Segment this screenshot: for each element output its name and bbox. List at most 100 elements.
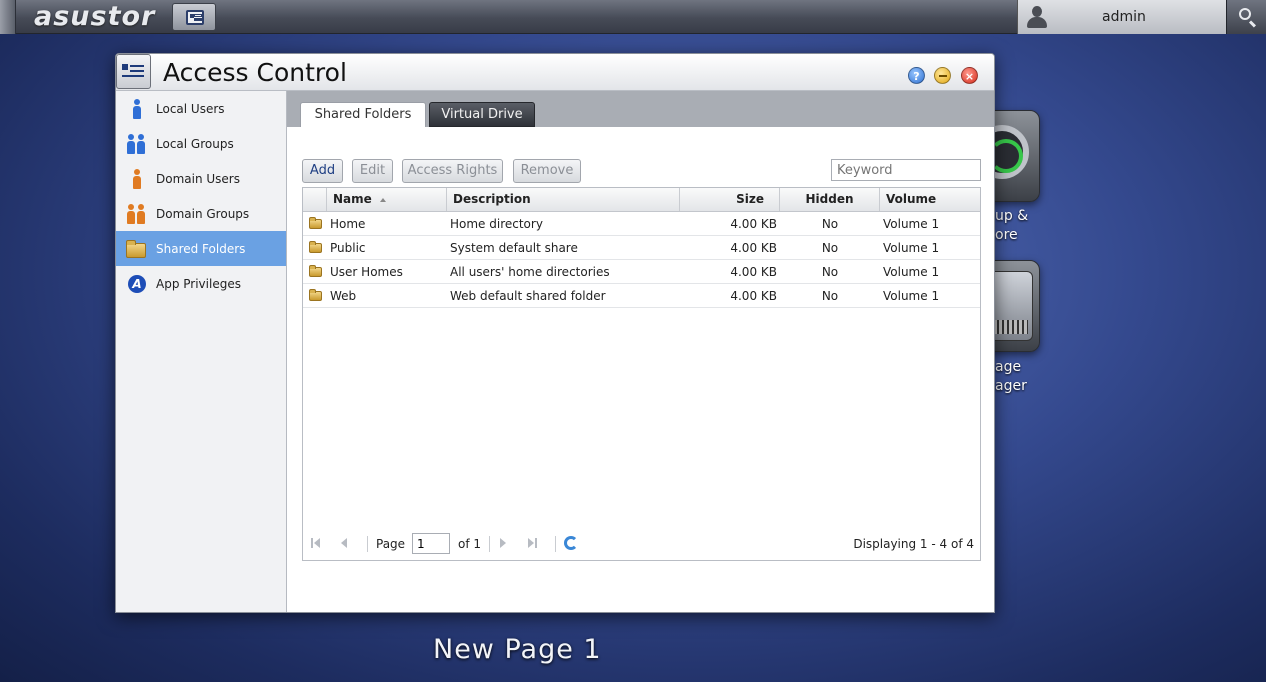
next-page-icon[interactable] xyxy=(500,538,510,549)
pager-separator xyxy=(367,536,368,552)
sidebar-item-domain-groups[interactable]: Domain Groups xyxy=(116,196,286,231)
cell-volume: Volume 1 xyxy=(883,265,940,279)
refresh-icon[interactable] xyxy=(564,536,578,550)
sidebar-item-label: Local Users xyxy=(156,102,225,116)
table-row[interactable]: User Homes All users' home directories 4… xyxy=(303,260,980,284)
page-number-input[interactable] xyxy=(412,533,450,554)
edit-button[interactable]: Edit xyxy=(352,159,393,183)
page-count-label: of 1 xyxy=(458,537,482,551)
sidebar-item-label: App Privileges xyxy=(156,277,241,291)
folder-icon xyxy=(309,289,322,301)
sidebar-item-label: Shared Folders xyxy=(156,242,246,256)
folder-icon xyxy=(309,241,322,253)
sidebar-item-domain-users[interactable]: Domain Users xyxy=(116,161,286,196)
pager-separator xyxy=(555,536,556,552)
folder-icon xyxy=(309,217,322,229)
top-bar: asustor admin xyxy=(0,0,1266,34)
main-panel: Shared Folders Virtual Drive Add Edit Ac… xyxy=(287,91,994,612)
access-control-window: Access Control ? × Local Users Local Gro… xyxy=(115,53,995,613)
access-rights-button[interactable]: Access Rights xyxy=(402,159,503,183)
search-button[interactable] xyxy=(1226,0,1266,34)
table-header: Name Description Size Hidden Volume xyxy=(303,188,980,212)
first-page-icon[interactable] xyxy=(311,538,321,549)
cell-name: Public xyxy=(330,241,366,255)
help-button[interactable]: ? xyxy=(908,67,925,84)
page-label: Page xyxy=(376,537,406,551)
cell-size: 4.00 KB xyxy=(730,289,777,303)
domain-user-icon xyxy=(126,168,148,190)
cell-hidden: No xyxy=(821,265,839,279)
displaying-count: Displaying 1 - 4 of 4 xyxy=(853,537,974,551)
backup-label-line2: ore xyxy=(995,227,1018,243)
tab-shared-folders[interactable]: Shared Folders xyxy=(300,102,426,127)
cell-size: 4.00 KB xyxy=(730,265,777,279)
table-row[interactable]: Public System default share 4.00 KB No V… xyxy=(303,236,980,260)
cell-description: Web default shared folder xyxy=(450,289,606,303)
storage-label-line1: age xyxy=(995,359,1022,375)
pagination-bar: Page of 1 Displaying 1 - 4 of 4 xyxy=(303,528,980,560)
access-control-icon xyxy=(186,10,204,25)
cell-name: User Homes xyxy=(330,265,403,279)
cell-size: 4.00 KB xyxy=(730,217,777,231)
folder-icon xyxy=(309,265,322,277)
sidebar-item-label: Domain Groups xyxy=(156,207,250,221)
user-avatar-icon xyxy=(1026,5,1048,29)
search-icon xyxy=(1239,8,1251,20)
backup-label-line1: up & xyxy=(995,208,1029,224)
window-titlebar[interactable]: Access Control ? × xyxy=(116,54,994,91)
cell-volume: Volume 1 xyxy=(883,241,940,255)
close-button[interactable]: × xyxy=(961,67,978,84)
folder-icon xyxy=(126,238,148,260)
storage-label-line2: ager xyxy=(995,378,1027,394)
sidebar-item-local-groups[interactable]: Local Groups xyxy=(116,126,286,161)
cell-description: All users' home directories xyxy=(450,265,610,279)
tab-virtual-drive[interactable]: Virtual Drive xyxy=(429,102,535,127)
asustor-logo: asustor xyxy=(34,1,156,32)
cell-hidden: No xyxy=(821,217,839,231)
sidebar-item-local-users[interactable]: Local Users xyxy=(116,91,286,126)
minimize-button[interactable] xyxy=(934,67,951,84)
column-header-name[interactable]: Name xyxy=(327,188,447,211)
username-label: admin xyxy=(1102,9,1146,25)
app-privileges-icon: A xyxy=(126,273,148,295)
header-icon-column xyxy=(303,188,327,211)
access-control-app-icon xyxy=(116,54,151,89)
tab-strip: Shared Folders Virtual Drive xyxy=(287,91,994,127)
sidebar-item-label: Local Groups xyxy=(156,137,234,151)
shared-folders-table: Name Description Size Hidden Volume Home… xyxy=(302,187,981,561)
user-menu[interactable]: admin xyxy=(1017,0,1226,34)
column-header-size[interactable]: Size xyxy=(680,188,780,211)
sidebar: Local Users Local Groups Domain Users Do… xyxy=(116,91,287,612)
table-row[interactable]: Home Home directory 4.00 KB No Volume 1 xyxy=(303,212,980,236)
cell-volume: Volume 1 xyxy=(883,289,940,303)
cell-volume: Volume 1 xyxy=(883,217,940,231)
column-header-volume[interactable]: Volume xyxy=(880,188,980,211)
column-header-hidden[interactable]: Hidden xyxy=(780,188,880,211)
cell-description: System default share xyxy=(450,241,578,255)
cell-name: Web xyxy=(330,289,357,303)
remove-button[interactable]: Remove xyxy=(513,159,581,183)
cell-size: 4.00 KB xyxy=(730,241,777,255)
last-page-icon[interactable] xyxy=(528,538,538,549)
pager-separator xyxy=(489,536,490,552)
cell-hidden: No xyxy=(821,241,839,255)
group-icon xyxy=(126,133,148,155)
cell-description: Home directory xyxy=(450,217,543,231)
column-header-description[interactable]: Description xyxy=(447,188,680,211)
add-button[interactable]: Add xyxy=(302,159,343,183)
sort-ascending-icon xyxy=(379,197,386,202)
table-row[interactable]: Web Web default shared folder 4.00 KB No… xyxy=(303,284,980,308)
sidebar-item-shared-folders[interactable]: Shared Folders xyxy=(116,231,286,266)
keyword-search-input[interactable] xyxy=(831,159,981,181)
user-icon xyxy=(126,98,148,120)
window-title: Access Control xyxy=(163,58,347,87)
sidebar-item-label: Domain Users xyxy=(156,172,240,186)
access-control-taskbar-button[interactable] xyxy=(172,3,216,31)
cell-name: Home xyxy=(330,217,366,231)
desktop-page-name: New Page 1 xyxy=(433,634,602,665)
desktop-tab-handle[interactable] xyxy=(0,0,16,34)
domain-group-icon xyxy=(126,203,148,225)
cell-hidden: No xyxy=(821,289,839,303)
sidebar-item-app-privileges[interactable]: A App Privileges xyxy=(116,266,286,301)
previous-page-icon[interactable] xyxy=(341,538,351,549)
